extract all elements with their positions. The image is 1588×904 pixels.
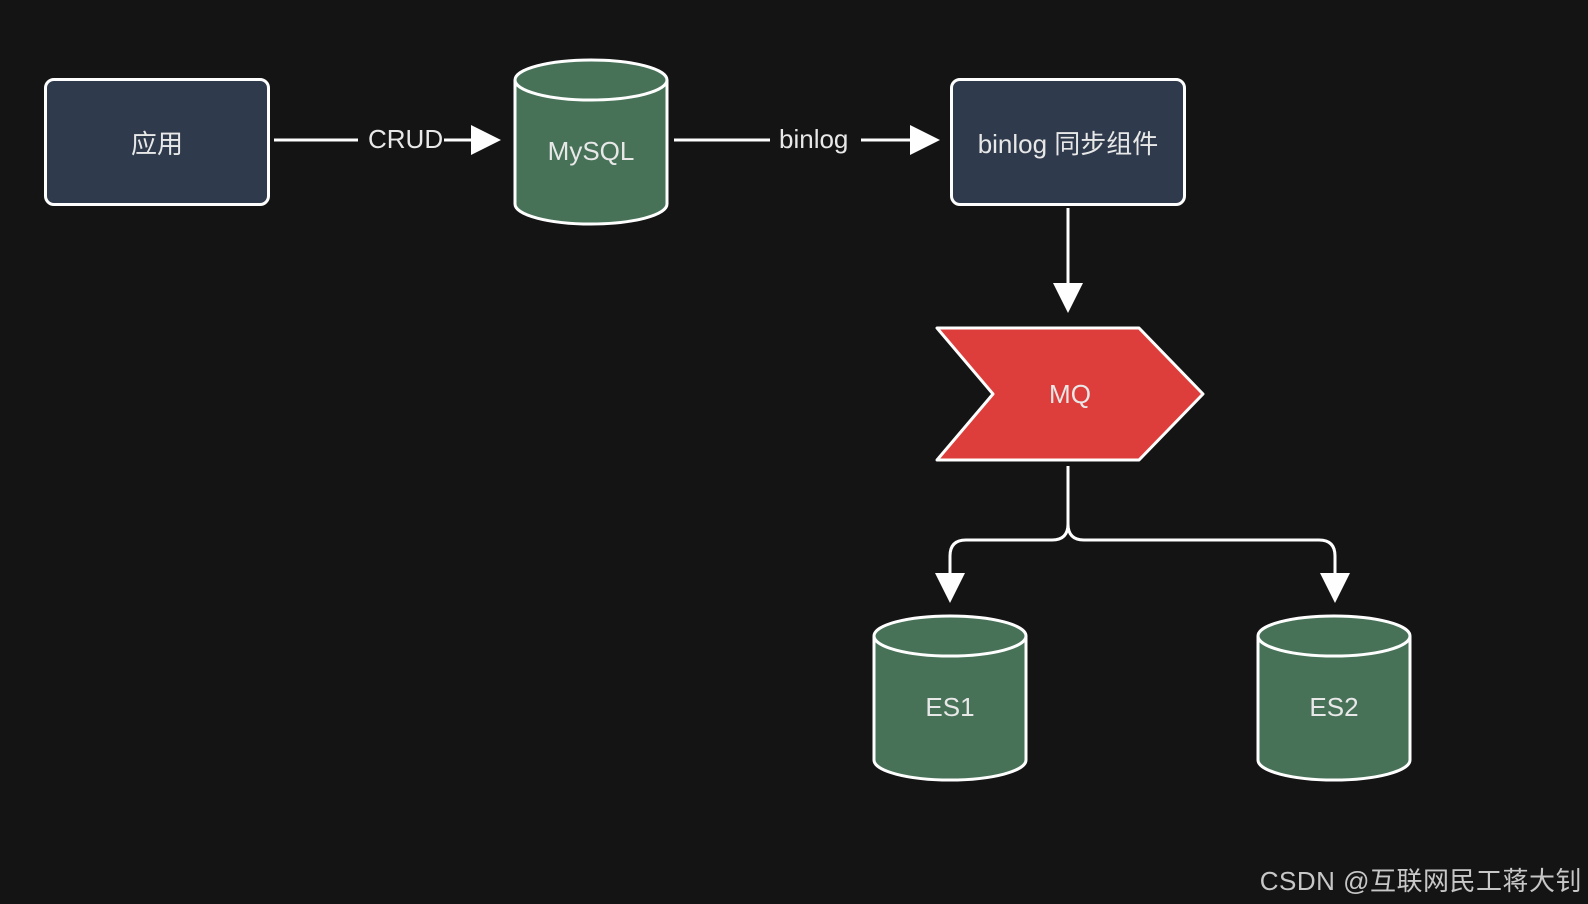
arrow-mysql-to-binlog <box>672 120 772 160</box>
arrow-crud-to-mysql <box>442 120 510 160</box>
node-mysql-label: MySQL <box>548 136 635 167</box>
node-binlog-sync-label: binlog 同步组件 <box>978 124 1159 161</box>
node-binlog-sync: binlog 同步组件 <box>950 78 1186 206</box>
node-mysql: MySQL <box>511 58 671 226</box>
arrow-sync-to-mq <box>1048 206 1088 322</box>
edge-binlog-label: binlog <box>779 124 848 155</box>
node-es1: ES1 <box>870 614 1030 782</box>
arrow-app-to-crud <box>270 120 362 160</box>
node-es1-label: ES1 <box>925 692 974 723</box>
node-mq: MQ <box>933 324 1207 464</box>
edge-crud-label: CRUD <box>368 124 443 155</box>
watermark: CSDN @互联网民工蒋大钊 <box>1260 861 1582 898</box>
node-es2-label: ES2 <box>1309 692 1358 723</box>
arrow-binlog-to-sync <box>859 120 949 160</box>
node-app-label: 应用 <box>131 124 183 161</box>
node-mq-label: MQ <box>1049 379 1091 410</box>
arrow-mq-split <box>880 464 1420 614</box>
node-es2: ES2 <box>1254 614 1414 782</box>
node-app: 应用 <box>44 78 270 206</box>
